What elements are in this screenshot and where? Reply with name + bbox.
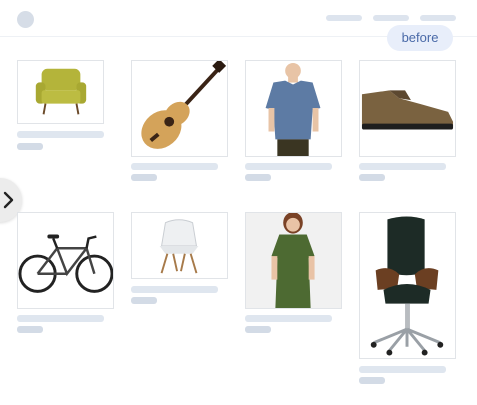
armchair-icon [35,68,87,115]
product-price-placeholder [245,174,271,181]
product-price-placeholder [131,297,157,304]
nav-link-placeholder-1[interactable] [326,15,362,21]
shoe-icon [361,90,454,130]
product-price-placeholder [359,174,385,181]
product-image[interactable] [359,212,456,359]
product-image[interactable] [245,212,342,309]
product-title-placeholder [131,163,218,170]
product-title-placeholder [17,315,104,322]
product-title-placeholder [245,315,332,322]
product-title-placeholder [359,366,446,373]
product-image[interactable] [17,60,104,124]
before-badge: before [387,25,453,51]
nav-link-placeholder-3[interactable] [420,15,456,21]
chevron-right-icon [3,191,14,209]
product-image[interactable] [131,212,228,279]
logo-placeholder[interactable] [17,11,34,28]
product-price-placeholder [17,143,43,150]
nav-link-placeholder-2[interactable] [373,15,409,21]
guitar-icon [141,61,227,149]
plastic-chair-icon [159,219,199,274]
product-image[interactable] [359,60,456,157]
product-price-placeholder [245,326,271,333]
product-title-placeholder [359,163,446,170]
office-chair-icon [370,216,444,356]
product-price-placeholder [17,326,43,333]
product-title-placeholder [17,131,104,138]
product-image[interactable] [17,212,114,309]
dress-icon [271,213,315,308]
product-title-placeholder [131,286,218,293]
product-title-placeholder [245,163,332,170]
product-image[interactable] [245,60,342,157]
product-price-placeholder [131,174,157,181]
tshirt-icon [265,62,321,156]
product-image[interactable] [131,60,228,157]
bicycle-icon [18,234,113,293]
product-price-placeholder [359,377,385,384]
